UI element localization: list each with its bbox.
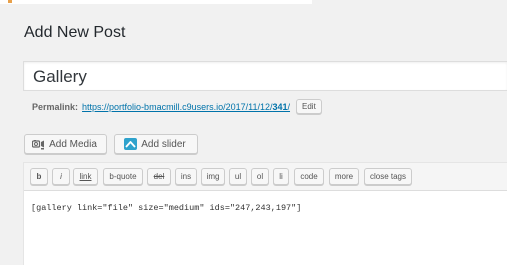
media-camera-icon — [32, 139, 45, 150]
qt-img-button[interactable]: img — [201, 168, 225, 185]
permalink-row: Permalink: https://portfolio-bmacmill.c9… — [32, 99, 322, 114]
post-title-input[interactable] — [23, 61, 507, 91]
slider-image-icon — [124, 138, 138, 150]
permalink-url-suffix: / — [287, 101, 291, 112]
permalink-url-slug: 341 — [272, 101, 288, 112]
text-editor: b i link b-quote del ins img ul ol li co… — [23, 162, 507, 265]
permalink-url-prefix: https://portfolio-bmacmill.c9users.io/20… — [82, 101, 273, 112]
permalink-edit-button[interactable]: Edit — [296, 99, 322, 114]
add-media-label: Add Media — [49, 138, 97, 150]
permalink-label: Permalink: — [32, 101, 79, 112]
quicktags-toolbar: b i link b-quote del ins img ul ol li co… — [24, 163, 507, 191]
qt-code-button[interactable]: code — [294, 168, 324, 185]
add-media-button[interactable]: Add Media — [24, 134, 107, 154]
qt-blockquote-button[interactable]: b-quote — [103, 168, 143, 185]
qt-ins-button[interactable]: ins — [175, 168, 197, 185]
qt-bold-button[interactable]: b — [30, 168, 48, 185]
qt-italic-button[interactable]: i — [52, 168, 70, 185]
qt-more-button[interactable]: more — [329, 168, 359, 185]
qt-ul-button[interactable]: ul — [229, 168, 247, 185]
admin-top-strip — [0, 0, 312, 4]
add-slider-label: Add slider — [141, 138, 186, 150]
qt-close-tags-button[interactable]: close tags — [364, 168, 412, 185]
qt-del-button[interactable]: del — [147, 168, 171, 185]
qt-link-button[interactable]: link — [73, 168, 98, 185]
qt-ol-button[interactable]: ol — [251, 168, 269, 185]
qt-li-button[interactable]: li — [273, 168, 289, 185]
top-strip-accent — [8, 0, 12, 3]
add-slider-button[interactable]: Add slider — [114, 134, 198, 154]
editor-content[interactable]: [gallery link="file" size="medium" ids="… — [31, 203, 301, 213]
permalink-link[interactable]: https://portfolio-bmacmill.c9users.io/20… — [82, 102, 290, 112]
page-title: Add New Post — [24, 24, 126, 41]
